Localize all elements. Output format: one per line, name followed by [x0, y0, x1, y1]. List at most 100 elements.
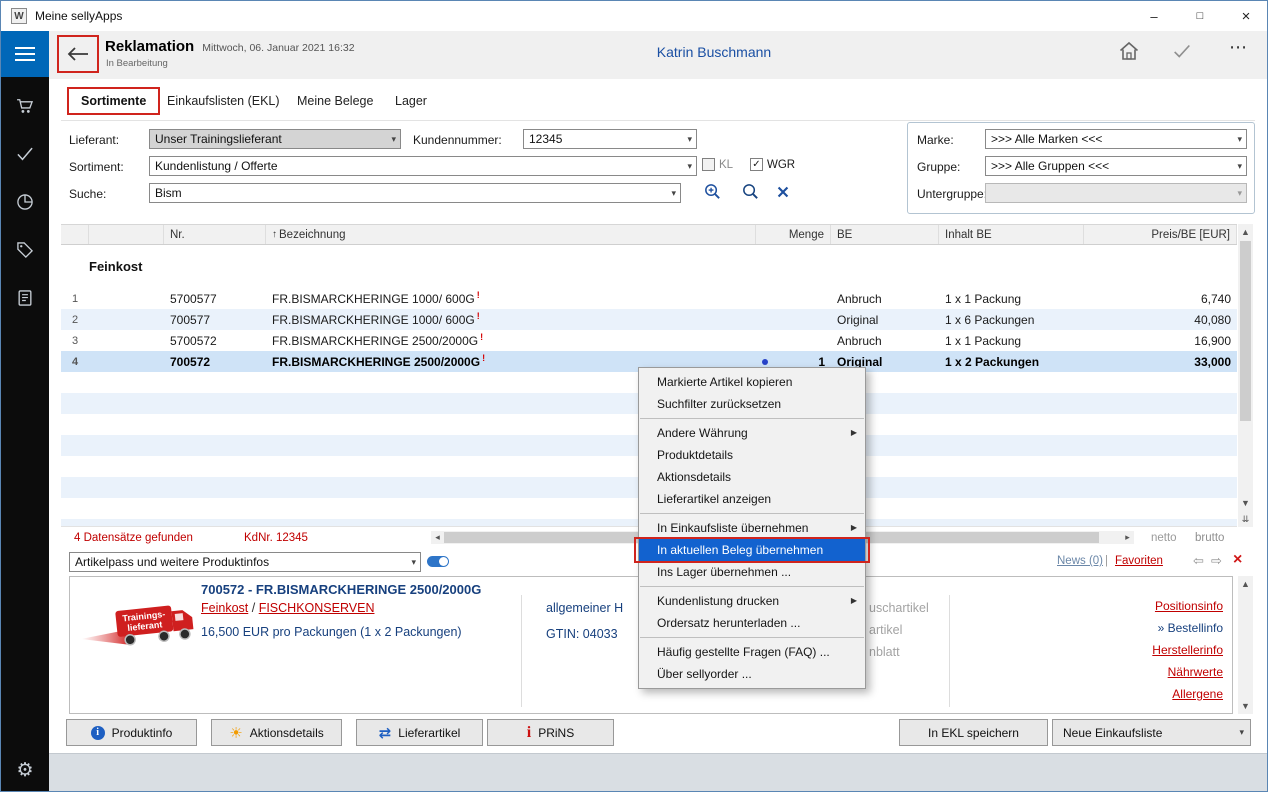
table-row[interactable]: 1 5700577 FR.BISMARCKHERINGE 1000/ 600G!… [61, 288, 1237, 309]
menu-item-in-aktuellen-beleg[interactable]: In aktuellen Beleg übernehmen [639, 539, 865, 561]
col-menge[interactable]: Menge [756, 225, 831, 244]
menu-item-suchfilter-zuruecksetzen[interactable]: Suchfilter zurücksetzen [639, 393, 865, 415]
close-panel-icon[interactable]: × [1233, 551, 1242, 569]
tab-sortimente[interactable]: Sortimente [67, 87, 160, 115]
wgr-checkbox[interactable]: ✓ WGR [750, 158, 795, 171]
home-icon[interactable] [1117, 39, 1141, 68]
maximize-button[interactable]: □ [1177, 1, 1223, 31]
col-be[interactable]: BE [831, 225, 939, 244]
produktinfo-select[interactable]: Artikelpass und weitere Produktinfos▾ [69, 552, 421, 572]
col-bezeichnung[interactable]: ↑Bezeichnung [266, 225, 756, 244]
table-row[interactable]: 2 700577 FR.BISMARCKHERINGE 1000/ 600G! … [61, 309, 1237, 330]
pie-chart-icon[interactable] [1, 189, 49, 215]
menu-item-artikel-kopieren[interactable]: Markierte Artikel kopieren [639, 371, 865, 393]
scroll-down-icon[interactable]: ▼ [1238, 698, 1253, 714]
favoriten-link[interactable]: Favoriten [1115, 555, 1163, 567]
scroll-up-icon[interactable]: ▲ [1238, 224, 1253, 240]
tab-meine-belege[interactable]: Meine Belege [297, 94, 373, 108]
alert-icon: ! [477, 290, 480, 300]
col-nr[interactable]: Nr. [164, 225, 266, 244]
col-inhalt-be[interactable]: Inhalt BE [939, 225, 1084, 244]
news-link[interactable]: News (0) [1057, 555, 1103, 567]
tab-lager[interactable]: Lager [395, 94, 427, 108]
tab-einkaufslisten[interactable]: Einkaufslisten (EKL) [167, 94, 280, 108]
bestellinfo-link[interactable]: » Bestellinfo [1158, 621, 1223, 635]
menu-item-in-einkaufsliste[interactable]: In Einkaufsliste übernehmen▶ [639, 517, 865, 539]
menu-item-ueber-sellyorder[interactable]: Über sellyorder ... [639, 663, 865, 685]
herstellerinfo-link[interactable]: Herstellerinfo [1152, 643, 1223, 657]
more-options-icon[interactable]: ⋯ [1229, 37, 1249, 58]
menu-item-produktdetails[interactable]: Produktdetails [639, 444, 865, 466]
netto-label[interactable]: netto [1151, 532, 1177, 544]
clear-search-icon[interactable] [775, 184, 791, 205]
confirm-check-icon[interactable] [1171, 41, 1193, 66]
untergruppe-select: ▾ [985, 183, 1247, 203]
scrollbar-thumb[interactable] [1240, 241, 1251, 421]
sortiment-select[interactable]: Kundenlistung / Offerte▾ [149, 156, 697, 176]
kundennummer-select[interactable]: 12345▾ [523, 129, 697, 149]
neue-einkaufsliste-select[interactable]: Neue Einkaufsliste ▾ [1052, 719, 1251, 746]
menu-separator [640, 418, 864, 419]
back-button[interactable] [57, 35, 99, 73]
nav-right-icon[interactable]: ⇨ [1211, 553, 1222, 569]
aktionsdetails-button[interactable]: ☀ Aktionsdetails [211, 719, 342, 746]
close-button[interactable]: × [1223, 1, 1268, 31]
marker-dot-icon [762, 359, 768, 365]
lieferant-label: Lieferant: [69, 133, 119, 147]
page-down-icon[interactable]: ⇊ [1238, 511, 1253, 527]
positionsinfo-link[interactable]: Positionsinfo [1155, 599, 1223, 613]
scroll-up-icon[interactable]: ▲ [1238, 576, 1253, 592]
swap-arrows-icon: ⇄ [379, 724, 392, 742]
menu-item-lieferartikel-anzeigen[interactable]: Lieferartikel anzeigen [639, 488, 865, 510]
settings-gear-icon[interactable]: ⚙ [1, 757, 49, 783]
marke-select[interactable]: >>> Alle Marken <<<▾ [985, 129, 1247, 149]
checkbox-checked[interactable]: ✓ [750, 158, 763, 171]
alert-icon: ! [482, 353, 485, 363]
category-line: Feinkost / FISCHKONSERVEN [201, 601, 374, 615]
scroll-right-icon[interactable]: ▸ [1121, 531, 1134, 544]
info-toggle[interactable] [427, 556, 449, 567]
brutto-label[interactable]: brutto [1195, 532, 1224, 544]
col-preis[interactable]: Preis/BE [EUR] [1084, 225, 1237, 244]
hamburger-menu-icon[interactable] [1, 31, 49, 77]
cart-icon[interactable] [1, 93, 49, 119]
sortiment-label: Sortiment: [69, 160, 124, 174]
category-link[interactable]: Feinkost [201, 601, 248, 615]
naehrwerte-link[interactable]: Nährwerte [1168, 665, 1223, 679]
scroll-down-icon[interactable]: ▼ [1238, 495, 1253, 511]
sidebar: ⚙ [1, 31, 49, 792]
menu-item-andere-waehrung[interactable]: Andere Währung▶ [639, 422, 865, 444]
suche-input[interactable]: Bism▾ [149, 183, 681, 203]
divider [949, 595, 950, 707]
menu-item-aktionsdetails[interactable]: Aktionsdetails [639, 466, 865, 488]
menu-item-ins-lager[interactable]: Ins Lager übernehmen ... [639, 561, 865, 583]
search-icon[interactable] [741, 182, 760, 206]
prins-button[interactable]: i PRiNS [487, 719, 614, 746]
catalog-icon[interactable] [1, 285, 49, 311]
lieferartikel-button[interactable]: ⇄ Lieferartikel [356, 719, 483, 746]
search-plus-icon[interactable] [703, 182, 722, 206]
menu-item-faq[interactable]: Häufig gestellte Fragen (FAQ) ... [639, 641, 865, 663]
panel-scrollbar[interactable]: ▲ ▼ [1238, 576, 1253, 714]
gruppe-select[interactable]: >>> Alle Gruppen <<<▾ [985, 156, 1247, 176]
check-icon[interactable] [1, 141, 49, 167]
menu-item-ordersatz-herunterladen[interactable]: Ordersatz herunterladen ... [639, 612, 865, 634]
nav-left-icon[interactable]: ⇦ [1193, 553, 1204, 569]
alert-icon: ! [477, 311, 480, 321]
kl-checkbox[interactable]: KL [702, 158, 733, 171]
ekl-speichern-button[interactable]: In EKL speichern [899, 719, 1048, 746]
scroll-left-icon[interactable]: ◂ [431, 531, 444, 544]
text-fragment: nblatt [869, 645, 900, 659]
allergene-link[interactable]: Allergene [1172, 687, 1223, 701]
lieferant-select[interactable]: Unser Trainingslieferant▾ [149, 129, 401, 149]
table-scrollbar[interactable]: ▲ ▼ ⇊ [1238, 224, 1253, 527]
submenu-arrow-icon: ▶ [851, 590, 857, 612]
tag-icon[interactable] [1, 237, 49, 263]
table-row[interactable]: 3 5700572 FR.BISMARCKHERINGE 2500/2000G!… [61, 330, 1237, 351]
menu-item-kundenlistung-drucken[interactable]: Kundenlistung drucken▶ [639, 590, 865, 612]
produktinfo-button[interactable]: i Produktinfo [66, 719, 197, 746]
subcategory-link[interactable]: FISCHKONSERVEN [259, 601, 375, 615]
checkbox-unchecked[interactable] [702, 158, 715, 171]
minimize-button[interactable]: – [1131, 1, 1177, 31]
chevron-down-icon: ▾ [687, 134, 692, 145]
